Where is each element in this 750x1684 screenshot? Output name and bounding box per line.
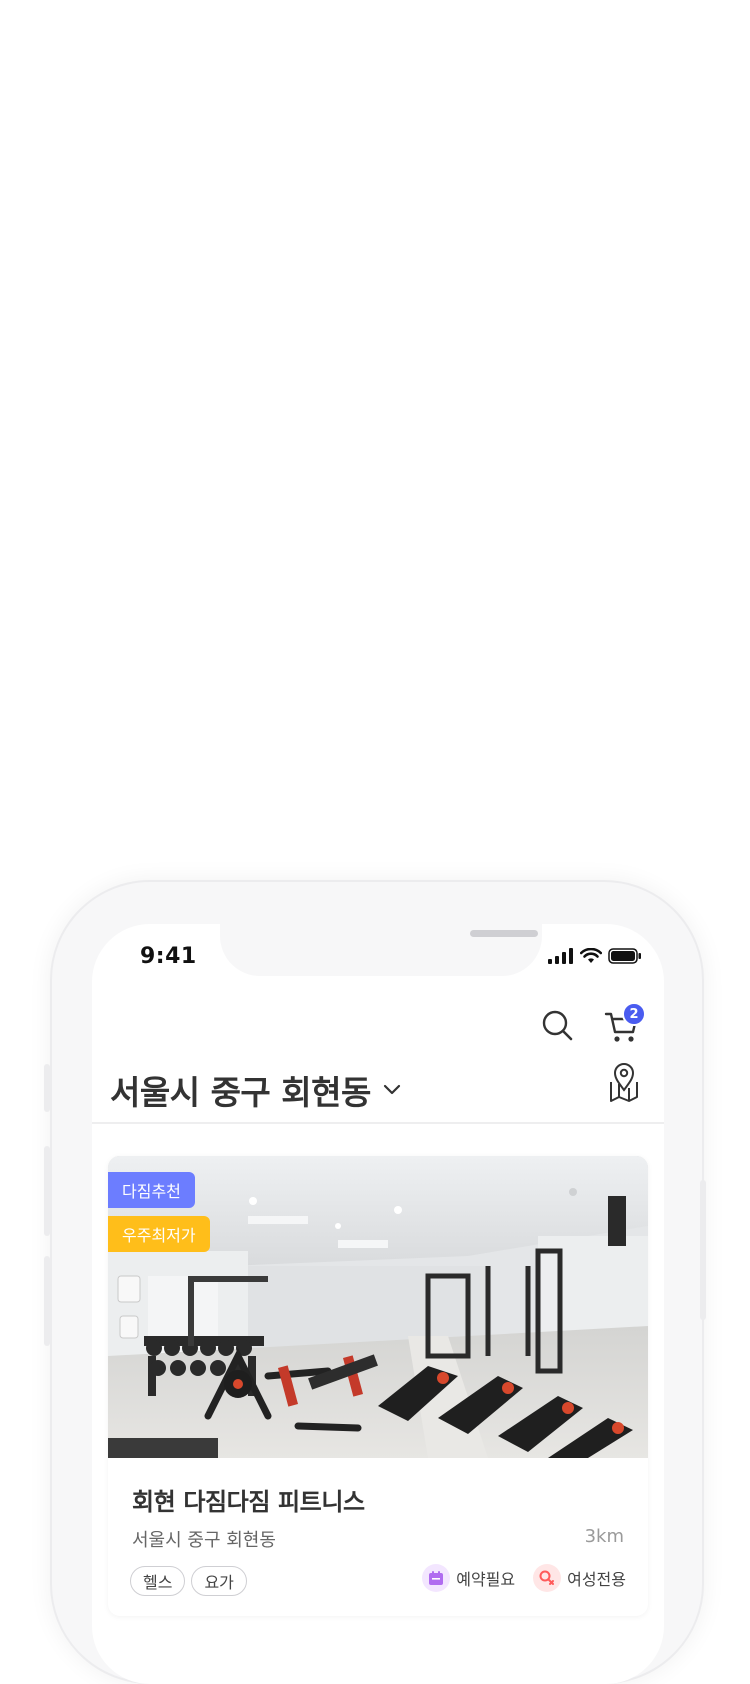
- header-divider: [92, 1122, 664, 1124]
- gym-distance: 3km: [584, 1526, 624, 1547]
- gym-name: 회현 다짐다짐 피트니스: [132, 1488, 365, 1516]
- chevron-down-icon: [383, 1084, 400, 1095]
- gym-features: 예약필요 여성전용: [422, 1564, 626, 1592]
- female-icon: [533, 1564, 562, 1592]
- cart-button[interactable]: 2: [604, 1002, 646, 1044]
- search-button[interactable]: [540, 1008, 576, 1044]
- wifi-icon: [580, 948, 602, 963]
- map-button[interactable]: [606, 1062, 642, 1104]
- feature-reservation-label: 예약필요: [456, 1570, 516, 1589]
- gym-address: 서울시 중구 회현동: [132, 1530, 276, 1551]
- search-icon: [542, 1010, 573, 1041]
- recommend-badge: 다짐추천: [108, 1172, 195, 1208]
- signal-icon: [548, 948, 573, 964]
- location-selector[interactable]: 서울시 중구 회현동: [110, 1066, 401, 1114]
- category-tags: 헬스 요가: [130, 1566, 247, 1596]
- location-title: 서울시 중구 회현동: [110, 1073, 371, 1112]
- feature-women-only: 여성전용: [533, 1564, 626, 1592]
- status-icons: [548, 948, 642, 964]
- tag-yoga[interactable]: 요가: [191, 1566, 247, 1596]
- gym-photo: 다짐추천 우주최저가: [108, 1156, 648, 1458]
- calendar-icon: [422, 1564, 451, 1592]
- feature-reservation: 예약필요: [422, 1564, 515, 1592]
- tag-health[interactable]: 헬스: [130, 1566, 186, 1596]
- phone-side-button: [44, 1146, 50, 1236]
- cart-count-badge: 2: [622, 1002, 646, 1026]
- phone-side-button: [44, 1064, 50, 1112]
- feature-women-only-label: 여성전용: [567, 1570, 626, 1589]
- lowest-price-badge: 우주최저가: [108, 1216, 210, 1252]
- phone-screen: 9:41 2 서울시 중구 회현동 다짐추천 우주최저가 회현 다짐다짐 피트니…: [92, 924, 664, 1684]
- map-pin-icon: [610, 1063, 638, 1102]
- battery-icon: [608, 948, 641, 964]
- header-actions: 2: [540, 1002, 646, 1044]
- notch: [220, 924, 542, 976]
- phone-side-button: [44, 1256, 50, 1346]
- speaker: [470, 930, 538, 937]
- gym-card[interactable]: 다짐추천 우주최저가 회현 다짐다짐 피트니스 서울시 중구 회현동 3km 헬…: [108, 1156, 648, 1616]
- phone-side-button: [700, 1180, 706, 1320]
- status-time: 9:41: [140, 944, 197, 969]
